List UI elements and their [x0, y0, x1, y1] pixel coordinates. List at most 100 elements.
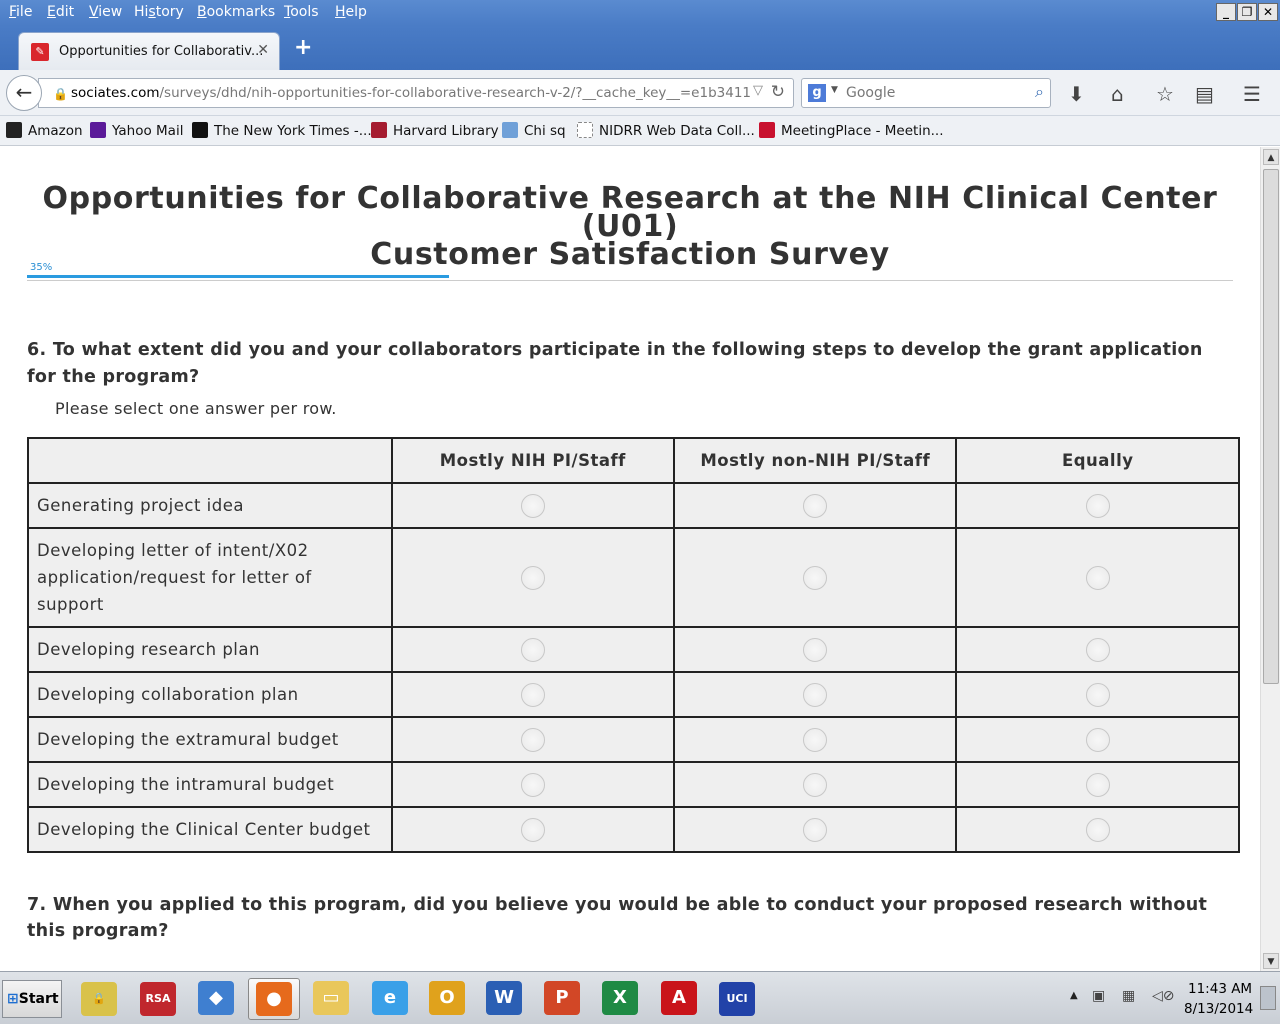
- radio-button[interactable]: [520, 493, 545, 518]
- radio-button[interactable]: [803, 772, 828, 797]
- new-tab-button[interactable]: +: [294, 35, 312, 60]
- bookmark-label: Amazon: [28, 123, 83, 139]
- radio-button[interactable]: [520, 682, 545, 707]
- radio-cell: [673, 806, 958, 853]
- volume-muted-icon[interactable]: ◁⊘: [1152, 988, 1175, 1004]
- vertical-scrollbar[interactable]: ▲ ▼: [1260, 147, 1280, 971]
- bookmark-label: Chi sq: [524, 123, 566, 139]
- network-app-taskbar-button[interactable]: ◆: [190, 978, 242, 1020]
- menu-history[interactable]: History: [134, 4, 184, 20]
- scroll-down-icon[interactable]: ▼: [1263, 953, 1279, 969]
- radio-button[interactable]: [803, 565, 828, 590]
- radio-cell: [390, 761, 676, 808]
- restore-button[interactable]: ❐: [1237, 3, 1257, 21]
- search-icon[interactable]: ⌕: [1035, 82, 1044, 102]
- download-icon[interactable]: ⬇: [1068, 82, 1085, 106]
- rsa-app-taskbar-button[interactable]: RSA: [132, 978, 184, 1020]
- tab-survey[interactable]: ✎ Opportunities for Collaborativ... ✕: [18, 32, 280, 70]
- radio-button[interactable]: [1085, 565, 1110, 590]
- menu-view[interactable]: View: [89, 4, 122, 20]
- table-row: Generating project idea: [27, 482, 1240, 529]
- radio-cell: [955, 482, 1240, 529]
- uci-app-icon: UCI: [719, 982, 755, 1016]
- radio-button[interactable]: [1085, 727, 1110, 752]
- bookmark-item[interactable]: NIDRR Web Data Coll...: [577, 122, 755, 139]
- search-bar[interactable]: g ▼ Google ⌕: [801, 78, 1051, 108]
- lock-app-taskbar-button[interactable]: 🔒: [73, 978, 125, 1020]
- url-bar[interactable]: 🔒 sociates.com/surveys/dhd/nih-opportuni…: [38, 78, 794, 108]
- windows-flag-icon: ⊞: [7, 991, 19, 1007]
- tab-close-icon[interactable]: ✕: [257, 42, 269, 58]
- scroll-up-icon[interactable]: ▲: [1263, 149, 1279, 165]
- radio-button[interactable]: [1085, 493, 1110, 518]
- bookmark-item[interactable]: The New York Times -...: [192, 122, 372, 139]
- acrobat-app-taskbar-button[interactable]: A: [653, 978, 705, 1020]
- radio-cell: [673, 482, 958, 529]
- bookmark-item[interactable]: Harvard Library: [371, 122, 499, 139]
- sync-icon[interactable]: ▣: [1092, 988, 1105, 1004]
- radio-button[interactable]: [520, 565, 545, 590]
- close-window-button[interactable]: ✕: [1258, 3, 1278, 21]
- home-icon[interactable]: ⌂: [1111, 82, 1124, 106]
- excel-app-taskbar-button[interactable]: X: [594, 978, 646, 1020]
- radio-cell: [390, 527, 676, 628]
- reload-icon[interactable]: ↻: [771, 82, 785, 102]
- firefox-app-taskbar-button[interactable]: ●: [248, 978, 300, 1020]
- menu-bookmarks[interactable]: Bookmarks: [197, 4, 275, 20]
- explorer-folder-app-taskbar-button[interactable]: ▭: [305, 978, 357, 1020]
- radio-button[interactable]: [520, 637, 545, 662]
- url-dropdown-icon[interactable]: ▽: [753, 83, 763, 98]
- back-arrow-icon: ←: [15, 80, 33, 104]
- menu-help[interactable]: Help: [335, 4, 367, 20]
- bookmark-item[interactable]: Chi sq: [502, 122, 566, 139]
- column-header: Mostly NIH PI/Staff: [390, 437, 676, 484]
- radio-button[interactable]: [803, 727, 828, 752]
- bookmark-item[interactable]: Yahoo Mail: [90, 122, 183, 139]
- internet-explorer-app-taskbar-button[interactable]: e: [364, 978, 416, 1020]
- bookmark-label: NIDRR Web Data Coll...: [599, 123, 755, 139]
- hamburger-menu-icon[interactable]: ☰: [1243, 82, 1261, 106]
- bookmark-label: Harvard Library: [393, 123, 499, 139]
- clock-date[interactable]: 8/13/2014: [1184, 1001, 1253, 1017]
- bookmark-item[interactable]: MeetingPlace - Meetin...: [759, 122, 944, 139]
- clock-time[interactable]: 11:43 AM: [1188, 981, 1252, 997]
- radio-button[interactable]: [803, 637, 828, 662]
- radio-button[interactable]: [803, 493, 828, 518]
- radio-button[interactable]: [1085, 682, 1110, 707]
- radio-button[interactable]: [803, 682, 828, 707]
- outlook-app-taskbar-button[interactable]: O: [421, 978, 473, 1020]
- bookmark-star-icon[interactable]: ☆: [1156, 82, 1174, 106]
- search-engine-dropdown-icon[interactable]: ▼: [831, 85, 838, 95]
- yahoo-mail-icon: [90, 122, 106, 138]
- menu-tools[interactable]: Tools: [284, 4, 319, 20]
- radio-button[interactable]: [803, 817, 828, 842]
- scrollbar-thumb[interactable]: [1263, 169, 1279, 684]
- word-app-taskbar-button[interactable]: W: [478, 978, 530, 1020]
- show-desktop-button[interactable]: [1260, 986, 1276, 1010]
- back-button[interactable]: ←: [6, 75, 42, 111]
- radio-button[interactable]: [520, 772, 545, 797]
- radio-button[interactable]: [520, 817, 545, 842]
- menu-file[interactable]: File: [9, 4, 32, 20]
- uci-app-taskbar-button[interactable]: UCI: [711, 978, 763, 1020]
- question-6-text: 6. To what extent did you and your colla…: [27, 340, 1203, 387]
- radio-button[interactable]: [1085, 772, 1110, 797]
- url-text[interactable]: sociates.com/surveys/dhd/nih-opportuniti…: [71, 85, 751, 101]
- radio-cell: [390, 716, 676, 763]
- progress-bar-fill: [27, 275, 449, 278]
- radio-button[interactable]: [1085, 637, 1110, 662]
- nyt-icon: [192, 122, 208, 138]
- start-button[interactable]: ⊞Start: [2, 980, 62, 1018]
- radio-button[interactable]: [520, 727, 545, 752]
- powerpoint-app-taskbar-button[interactable]: P: [536, 978, 588, 1020]
- reading-list-icon[interactable]: ▤: [1195, 82, 1214, 106]
- bookmark-item[interactable]: Amazon: [6, 122, 83, 139]
- menu-edit[interactable]: Edit: [47, 4, 74, 20]
- google-icon[interactable]: g: [808, 84, 826, 102]
- minimize-button[interactable]: _: [1216, 3, 1236, 21]
- network-icon[interactable]: ▦: [1122, 988, 1135, 1004]
- show-hidden-icons-icon[interactable]: ▲: [1070, 990, 1078, 1001]
- taskbar: ⊞Start 🔒 RSA ◆ ● ▭ e O W P X A UCI ▲ ▣ ▦ ◁⊘ 11:43 A…: [0, 971, 1280, 1024]
- search-input[interactable]: Google: [846, 85, 895, 101]
- radio-button[interactable]: [1085, 817, 1110, 842]
